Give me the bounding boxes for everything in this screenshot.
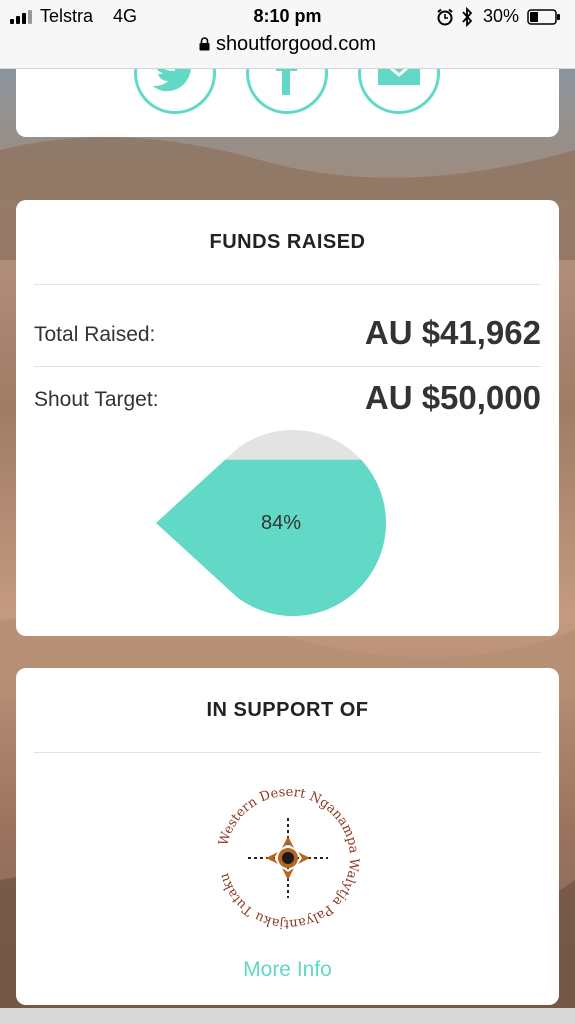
progress-percent: 84%: [260, 512, 302, 534]
organisation-logo[interactable]: Western Desert Nganampa Walytja Palyantj…: [208, 778, 368, 938]
url-text: shoutforgood.com: [215, 33, 377, 55]
address-bar[interactable]: shoutforgood.com: [0, 33, 575, 57]
in-support-of-card: IN SUPPORT OF Western Desert Nganampa Wa…: [16, 668, 559, 1005]
bluetooth-icon: [462, 7, 473, 27]
shout-target-value: AU $50,000: [364, 379, 541, 416]
total-raised-label: Total Raised:: [34, 323, 156, 346]
alarm-icon: [437, 8, 453, 26]
battery-icon: [527, 9, 560, 25]
battery-percentage: 30%: [483, 6, 520, 26]
funds-raised-title: FUNDS RAISED: [209, 231, 366, 253]
divider: [34, 284, 541, 285]
shout-target-label: Shout Target:: [34, 388, 159, 411]
bottom-toolbar-edge: [0, 1008, 575, 1024]
divider: [34, 752, 541, 753]
in-support-of-title: IN SUPPORT OF: [206, 699, 369, 721]
more-info-link[interactable]: More Info: [16, 958, 559, 982]
progress-fill: [156, 459, 386, 616]
lock-icon: [199, 37, 210, 51]
status-bar: Telstra 4G 8:10 pm 30% shoutforgood.com: [0, 0, 575, 69]
funds-raised-card: FUNDS RAISED Total Raised: AU $41,962 Sh…: [16, 200, 559, 636]
progress-drop-gauge: 84%: [156, 430, 406, 630]
total-raised-value: AU $41,962: [364, 314, 541, 351]
divider: [34, 366, 541, 367]
